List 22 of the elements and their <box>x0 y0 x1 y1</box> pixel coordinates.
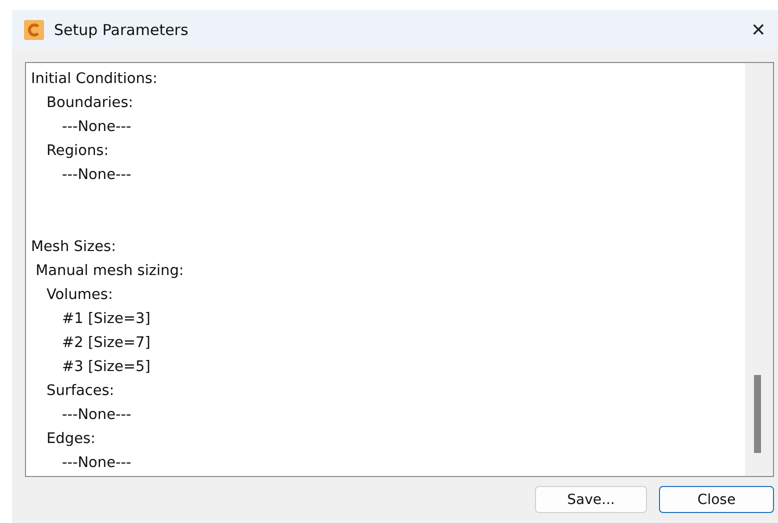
parameter-line: #1 [Size=3] <box>61 310 150 329</box>
parameter-line: Edges: <box>46 430 96 449</box>
parameter-line: Mesh Sizes: <box>31 238 116 257</box>
parameter-line: Surfaces: <box>46 382 114 401</box>
parameter-line: ---None--- <box>61 118 132 137</box>
save-button[interactable]: Save... <box>535 486 647 513</box>
window-title: Setup Parameters <box>54 21 190 39</box>
parameter-line: Regions: <box>46 142 109 161</box>
parameter-line: Boundaries: <box>46 94 134 113</box>
app-logo-icon <box>24 20 44 40</box>
parameters-text-area[interactable]: Initial Conditions: Boundaries: ---None--- Regions: ---None--- Mesh Sizes: Manual mesh sizing: Volumes: #1 [Size=3] #2 [Size=7] #3 [Size=5] Surfaces: ---None--- Edges: ---None--- <box>25 62 774 477</box>
parameter-line: ---None--- <box>61 406 132 425</box>
close-button[interactable]: Close <box>659 486 774 513</box>
parameter-line: Initial Conditions: <box>31 70 158 89</box>
parameter-line: Volumes: <box>46 286 113 305</box>
parameter-line: #2 [Size=7] <box>61 334 150 353</box>
parameter-line: Manual mesh sizing: <box>34 262 184 281</box>
scrollbar-thumb[interactable] <box>754 375 761 453</box>
parameter-line: ---None--- <box>61 454 132 473</box>
parameter-line: ---None--- <box>61 166 132 185</box>
close-button[interactable]: ✕ <box>746 20 770 40</box>
parameter-line: #3 [Size=5] <box>61 358 150 377</box>
